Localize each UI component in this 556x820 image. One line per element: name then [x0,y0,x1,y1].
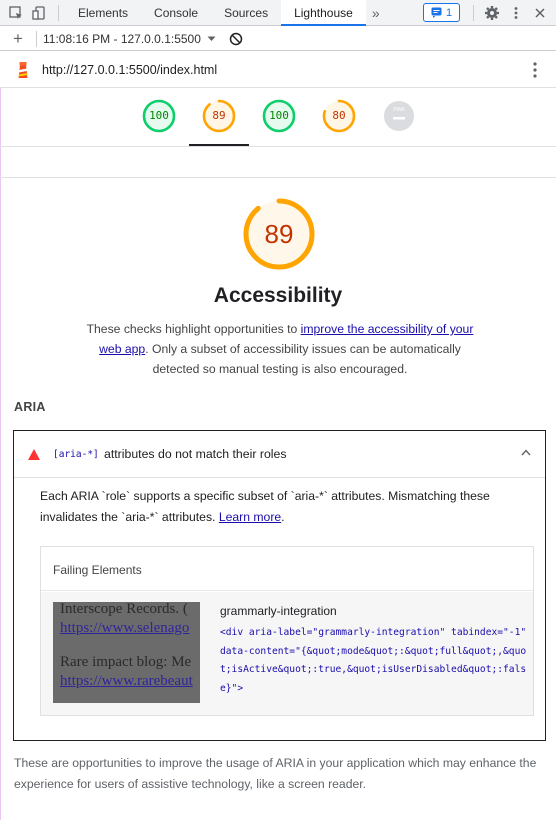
tab-lighthouse[interactable]: Lighthouse [281,0,366,26]
issues-icon [431,7,442,18]
close-devtools-icon[interactable] [528,1,552,25]
lighthouse-logo-icon [15,61,31,79]
category-desc-text-end: . Only a subset of accessibility issues … [145,342,461,376]
gauge-score-label: 80 [332,109,346,122]
gauge-performance[interactable]: 100 [142,99,176,133]
thumb-line: https://www.selenago [60,620,190,636]
clear-reports-icon[interactable] [224,27,248,51]
gauge-score-label: PWA [393,107,405,113]
category-description: These checks highlight opportunities to … [80,319,480,379]
category-title: Accessibility [213,284,343,307]
failing-elements-header: Failing Elements [41,547,533,591]
failing-elements-table: Failing Elements Interscope Records. ( h… [40,546,534,716]
learn-more-link[interactable]: Learn more [219,510,281,524]
gauge-score-label: 100 [149,109,169,122]
audit-code: [aria-*] [53,449,99,460]
node-snippet[interactable]: <div aria-label="grammarly-integration" … [220,624,530,698]
fail-triangle-icon [28,449,40,460]
audit-header[interactable]: [aria-*] attributes do not match their r… [14,431,545,478]
issues-badge[interactable]: 1 [423,3,460,22]
thumb-line: https://www.rarebeaut [60,673,193,689]
more-options-icon[interactable] [504,1,528,25]
gauge-score-label: 89 [212,109,226,122]
report-url: http://127.0.0.1:5500/index.html [42,62,218,77]
tab-console[interactable]: Console [141,0,211,26]
gauge-seo[interactable]: 80 [322,99,356,133]
node-label: grammarly-integration [220,604,337,618]
thumb-line: Rare impact blog: Me [60,654,192,670]
report-url-bar: http://127.0.0.1:5500/index.html [0,52,556,88]
tab-sources[interactable]: Sources [211,0,281,26]
settings-gear-icon[interactable] [480,1,504,25]
more-tabs-button[interactable]: » [366,5,386,21]
report-menu-icon[interactable] [532,62,538,81]
audit-desc-end: . [281,509,285,524]
accessibility-score: 89 [264,219,294,249]
toolbar-right-icons [467,0,556,26]
chevron-up-icon[interactable] [521,449,531,456]
gauges-divider [0,146,556,147]
audit-title: attributes do not match their roles [104,447,287,461]
gauge-pwa[interactable]: PWA [382,99,416,133]
device-toolbar-icon[interactable] [28,1,52,25]
toolbar-divider [473,5,474,21]
toolbar-divider [36,30,37,47]
gauge-score-label: 100 [269,109,289,122]
category-desc-text: These checks highlight opportunities to [86,322,301,336]
accessibility-score-gauge: 89 [242,197,316,271]
gauge-accessibility[interactable]: 89 [202,99,236,133]
audit-group-title: ARIA [14,400,46,414]
left-edge-rule [0,88,1,820]
devtools-tab-bar: Elements Console Sources Lighthouse » 1 [0,0,556,26]
toolbar-divider [58,4,59,21]
issues-count: 1 [445,6,453,19]
audit-aria-allowed-attr: [aria-*] attributes do not match their r… [13,430,546,741]
inspect-element-icon[interactable] [4,1,28,25]
group-footer-description: These are opportunities to improve the u… [14,756,537,791]
lighthouse-toolbar: + 11:08:16 PM - 127.0.0.1:5500 [0,27,556,51]
failing-element-row: Interscope Records. ( https://www.selena… [41,592,533,715]
thumb-line: Interscope Records. ( [60,602,188,617]
new-report-button[interactable]: + [6,27,30,51]
section-divider [0,177,556,178]
report-selector[interactable]: 11:08:16 PM - 127.0.0.1:5500 [43,32,216,46]
element-screenshot-thumbnail[interactable]: Interscope Records. ( https://www.selena… [53,602,200,703]
dropdown-arrow-icon [207,36,216,41]
gauge-best-practices[interactable]: 100 [262,99,296,133]
audit-description: Each ARIA `role` supports a specific sub… [40,486,520,527]
score-gauges: 100 89 100 80 PWA [0,88,556,146]
report-selector-label: 11:08:16 PM - 127.0.0.1:5500 [43,31,201,46]
tab-elements[interactable]: Elements [65,0,141,26]
